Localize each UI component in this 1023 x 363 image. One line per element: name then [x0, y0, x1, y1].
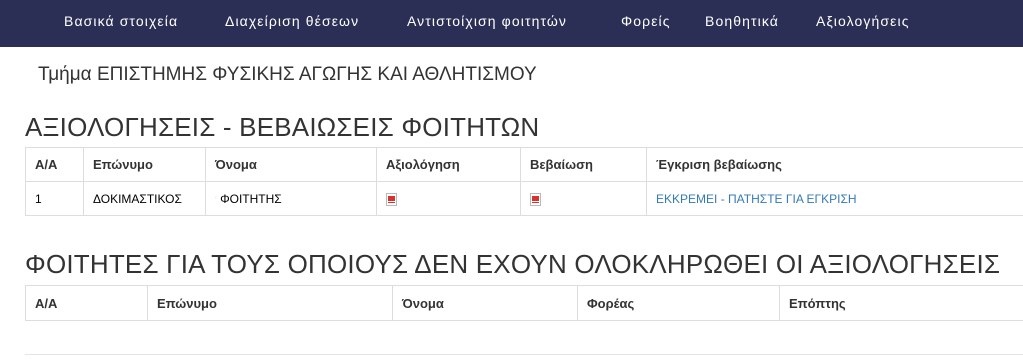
- cell-name-text: ΦΟΙΤΗΤΗΣ: [220, 191, 282, 206]
- cell-evaluation: [376, 181, 521, 216]
- table-header-row: Α/Α Επώνυμο Όνομα Φορέας Επόπτης: [25, 285, 1023, 321]
- incomplete-evaluations-title: ΦΟΙΤΗΤΕΣ ΓΙΑ ΤΟΥΣ ΟΠΟΙΟΥΣ ΔΕΝ ΕΧΟΥΝ ΟΛΟΚ…: [25, 249, 1001, 279]
- top-navbar: Βασικά στοιχεία Διαχείριση θέσεων Αντιστ…: [0, 0, 1023, 47]
- column-header-surname: Επώνυμο: [147, 285, 393, 321]
- pdf-icon[interactable]: [386, 192, 397, 206]
- column-header-aa: Α/Α: [25, 147, 84, 182]
- evaluations-table: Α/Α Επώνυμο Όνομα Αξιολόγηση Βεβαίωση Έγ…: [25, 147, 1023, 216]
- cell-certificate: [520, 181, 647, 216]
- column-header-surname: Επώνυμο: [83, 147, 206, 182]
- nav-item-evaluations[interactable]: Αξιολογήσεις: [816, 0, 910, 43]
- department-title: Τμήμα ΕΠΙΣΤΗΜΗΣ ΦΥΣΙΚΗΣ ΑΓΩΓΗΣ ΚΑΙ ΑΘΛΗΤ…: [38, 64, 537, 85]
- column-header-supervisor: Επόπτης: [779, 285, 1023, 321]
- cell-name: ' ΦΟΙΤΗΤΗΣ: [205, 181, 377, 216]
- pdf-icon[interactable]: [530, 192, 541, 206]
- name-mark: ': [215, 194, 217, 205]
- column-header-approval: Έγκριση βεβαίωσης: [646, 147, 1023, 182]
- column-header-aa: Α/Α: [25, 285, 148, 321]
- evaluations-title: ΑΞΙΟΛΟΓΗΣΕΙΣ - ΒΕΒΑΙΩΣΕΙΣ ΦΟΙΤΗΤΩΝ: [25, 112, 540, 142]
- cell-surname: ΔΟΚΙΜΑΣΤΙΚΟΣ: [83, 181, 206, 216]
- nav-item-basic-info[interactable]: Βασικά στοιχεία: [64, 0, 178, 43]
- column-header-name: Όνομα: [392, 285, 578, 321]
- incomplete-evaluations-table: Α/Α Επώνυμο Όνομα Φορέας Επόπτης: [25, 285, 1023, 321]
- table-row: 1 ΔΟΚΙΜΑΣΤΙΚΟΣ ' ΦΟΙΤΗΤΗΣ ΕΚΚΡΕΜΕΙ - ΠΑΤ…: [25, 181, 1023, 216]
- column-header-name: Όνομα: [205, 147, 377, 182]
- column-header-organization: Φορέας: [577, 285, 780, 321]
- cell-approval: ΕΚΚΡΕΜΕΙ - ΠΑΤΗΣΤΕ ΓΙΑ ΕΓΚΡΙΣΗ: [646, 181, 1023, 216]
- nav-item-positions[interactable]: Διαχείριση θέσεων: [225, 0, 359, 43]
- nav-item-student-matching[interactable]: Αντιστοίχιση φοιτητών: [407, 0, 567, 43]
- nav-item-organizations[interactable]: Φορείς: [621, 0, 671, 43]
- table-header-row: Α/Α Επώνυμο Όνομα Αξιολόγηση Βεβαίωση Έγ…: [25, 147, 1023, 182]
- divider: [25, 354, 1023, 355]
- approve-certificate-link[interactable]: ΕΚΚΡΕΜΕΙ - ΠΑΤΗΣΤΕ ΓΙΑ ΕΓΚΡΙΣΗ: [656, 192, 857, 206]
- cell-aa: 1: [25, 181, 84, 216]
- column-header-evaluation: Αξιολόγηση: [376, 147, 521, 182]
- nav-item-tools[interactable]: Βοηθητικά: [705, 0, 779, 43]
- column-header-certificate: Βεβαίωση: [520, 147, 647, 182]
